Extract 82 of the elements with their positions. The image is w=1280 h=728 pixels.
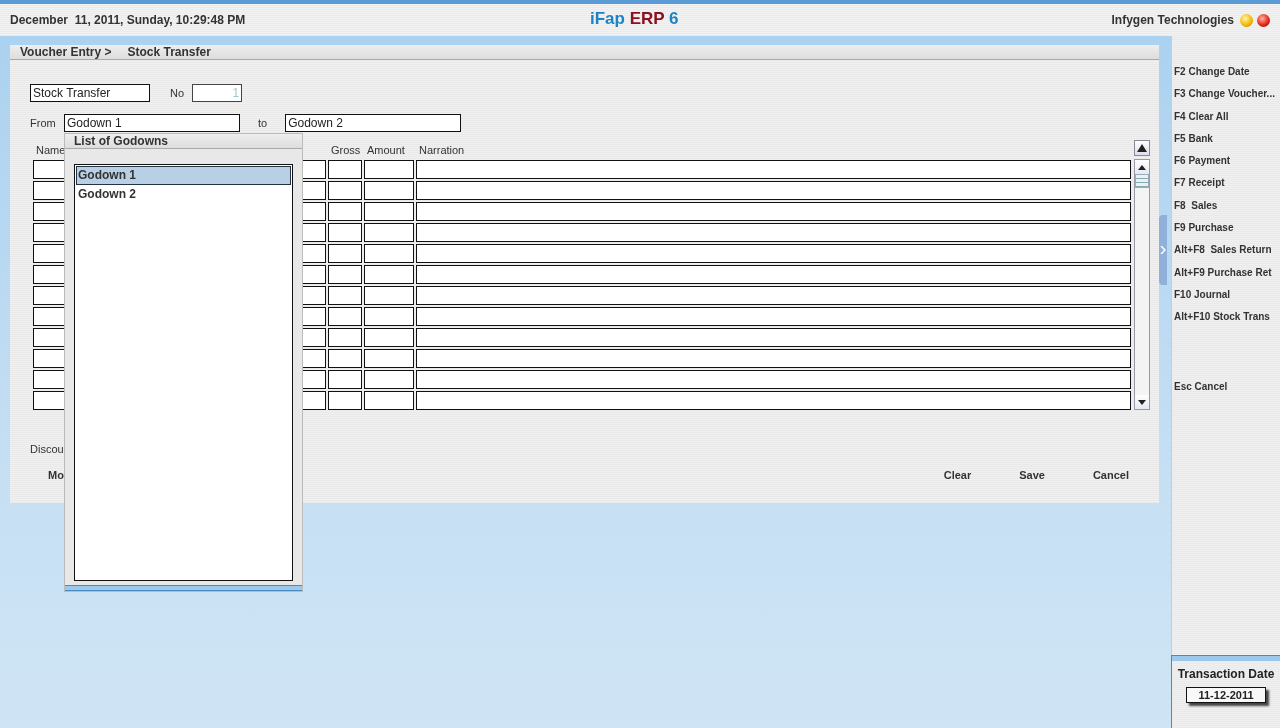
shortcut-item[interactable]: Alt+F9 Purchase Ret [1174,265,1280,288]
shortcut-item[interactable]: F10 Journal [1174,287,1280,311]
shortcut-item[interactable]: F5 Bank [1174,131,1280,155]
app-title: iFap ERP 6 [590,9,679,29]
shortcut-item[interactable]: F7 Receipt [1174,176,1280,199]
table-cell[interactable] [416,181,1131,200]
column-header: Gross [330,144,362,156]
transaction-date-label: Transaction Date [1177,667,1275,681]
table-cell[interactable] [364,286,414,305]
table-cell[interactable] [364,328,414,347]
shortcut-item[interactable]: Alt+F10 Stock Trans [1174,310,1280,333]
from-label: From [30,117,57,129]
voucher-type-field[interactable]: Stock Transfer [30,84,150,102]
shortcut-item[interactable]: Alt+F8 Sales Return [1174,243,1280,266]
shortcut-item[interactable]: F4 Clear All [1174,109,1280,132]
table-cell[interactable] [328,265,362,284]
column-header: Amount [366,144,406,156]
up-triangle-icon [1137,144,1147,152]
table-cell[interactable] [416,202,1131,221]
table-cell[interactable] [364,265,414,284]
collapse-handle-icon[interactable] [1159,215,1167,285]
shortcut-item[interactable]: Esc Cancel [1174,379,1280,402]
table-cell[interactable] [364,223,414,242]
table-cell[interactable] [416,349,1131,368]
table-cell[interactable] [416,307,1131,326]
table-cell[interactable] [416,370,1131,389]
close-icon[interactable] [1257,13,1270,27]
column-header: Name [35,144,67,156]
shortcut-item[interactable]: F9 Purchase [1174,221,1280,244]
list-item[interactable]: Godown 1 [76,166,291,185]
table-cell[interactable] [328,181,362,200]
table-cell[interactable] [364,391,414,410]
table-cell[interactable] [364,370,414,389]
shortcut-item[interactable]: F8 Sales [1174,198,1280,222]
discount-label: Discou [30,443,64,455]
to-label: to [258,117,268,129]
table-cell[interactable] [364,244,414,263]
breadcrumb-item[interactable]: Voucher Entry > [20,45,112,59]
action-button[interactable]: Clear [943,469,972,481]
more-button[interactable]: Mo [48,469,64,481]
shortcut-item[interactable]: F2 Change Date [1174,65,1280,88]
table-cell[interactable] [416,328,1131,347]
table-cell[interactable] [328,328,362,347]
action-button[interactable]: Cancel [1092,469,1129,481]
table-cell[interactable] [328,286,362,305]
scroll-up-icon[interactable] [1135,160,1149,174]
breadcrumb-current: Stock Transfer [127,45,211,59]
table-cell[interactable] [364,181,414,200]
company-name: Infygen Technologies [1111,13,1234,27]
scrollbar[interactable] [1134,159,1150,410]
table-cell[interactable] [364,349,414,368]
table-cell[interactable] [416,223,1131,242]
date-time: December 11, 2011, Sunday, 10:29:48 PM [10,13,246,27]
popup-title: List of Godowns [65,134,302,149]
to-godown-field[interactable]: Godown 2 [285,114,462,132]
table-cell[interactable] [328,160,362,179]
table-cell[interactable] [364,160,414,179]
shortcut-item[interactable]: F6 Payment [1174,154,1280,177]
table-cell[interactable] [416,160,1131,179]
table-cell[interactable] [416,286,1131,305]
table-cell[interactable] [416,244,1131,263]
table-cell[interactable] [416,265,1131,284]
scroll-top-button[interactable] [1134,140,1150,156]
list-item[interactable]: Godown 2 [76,185,291,204]
column-header: Narration [418,144,466,156]
table-cell[interactable] [328,391,362,410]
table-cell[interactable] [328,202,362,221]
from-godown-field[interactable]: Godown 1 [64,114,240,132]
number-label: No [170,87,185,99]
table-cell[interactable] [328,370,362,389]
shortcut-item[interactable]: F3 Change Voucher... [1174,87,1280,110]
table-cell[interactable] [328,307,362,326]
table-cell[interactable] [328,349,362,368]
action-button[interactable]: Save [1019,469,1045,481]
table-cell[interactable] [328,244,362,263]
table-cell[interactable] [364,307,414,326]
scroll-down-icon[interactable] [1135,395,1149,409]
transaction-date-value: 11-12-2011 [1186,687,1266,703]
table-cell[interactable] [328,223,362,242]
table-cell[interactable] [364,202,414,221]
table-cell[interactable] [416,391,1131,410]
scroll-thumb[interactable] [1135,174,1149,188]
